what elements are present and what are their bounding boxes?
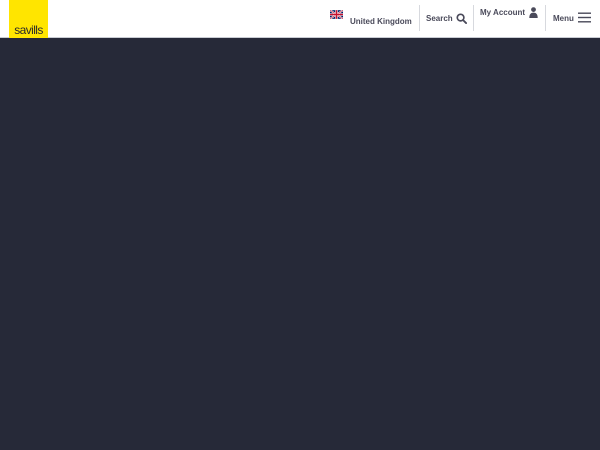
my-account-button[interactable]: My Account [480, 0, 542, 38]
header-divider [545, 5, 546, 31]
search-icon [456, 13, 467, 24]
hamburger-menu-icon [578, 12, 591, 23]
header-divider [419, 5, 420, 31]
main-content-area [0, 39, 600, 450]
menu-button[interactable]: Menu [553, 0, 593, 38]
my-account-label: My Account [480, 8, 526, 17]
search-label: Search [426, 14, 453, 23]
logo-text: savills [14, 23, 43, 37]
menu-label: Menu [553, 14, 574, 23]
site-header: savills United Kingdom Search My Account… [0, 0, 600, 38]
search-button[interactable]: Search [426, 0, 470, 38]
country-selector[interactable]: United Kingdom [328, 0, 418, 38]
country-label: United Kingdom [350, 17, 412, 26]
savills-logo[interactable]: savills [9, 0, 48, 38]
user-icon [529, 7, 538, 18]
uk-flag-icon [330, 10, 343, 19]
header-divider [473, 5, 474, 31]
